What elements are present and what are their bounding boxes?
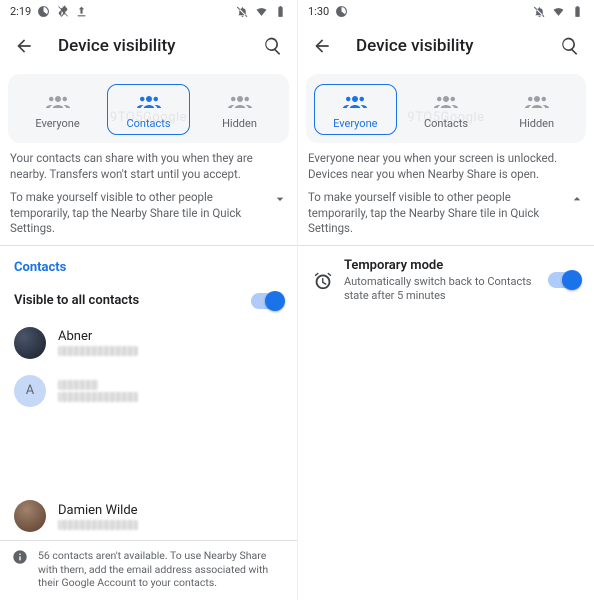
temp-mode-subtitle: Automatically switch back to Contacts st…: [344, 275, 538, 304]
contact-row[interactable]: Damien Wilde: [0, 492, 297, 540]
status-left-cluster: 2:19: [10, 5, 88, 18]
avatar: [14, 327, 46, 359]
tab-label: Contacts: [424, 117, 468, 130]
contact-row[interactable]: Abner: [0, 319, 297, 367]
tab-label: Hidden: [222, 117, 257, 130]
page-title: Device visibility: [356, 36, 558, 56]
phone-right: 1:30 Device visibility Everyone Contacts: [297, 0, 594, 600]
contact-name: Damien Wilde: [58, 503, 138, 518]
tab-label: Contacts: [126, 117, 170, 130]
dnd-icon: [236, 5, 249, 18]
battery-icon: [571, 5, 584, 18]
contact-name-redacted: [58, 380, 98, 390]
upload-icon: [75, 5, 88, 18]
alarm-icon: [312, 269, 334, 291]
fan-icon: [56, 5, 69, 18]
contact-meta: Damien Wilde: [58, 503, 138, 530]
tab-contacts[interactable]: Contacts: [107, 84, 190, 135]
tab-label: Everyone: [35, 117, 79, 130]
tab-label: Everyone: [333, 117, 377, 130]
contact-name: Abner: [58, 329, 138, 344]
tab-hidden[interactable]: Hidden: [198, 84, 281, 135]
temporary-hint-row[interactable]: To make yourself visible to other people…: [0, 184, 297, 246]
browser-icon: [37, 5, 50, 18]
status-time: 2:19: [10, 5, 31, 18]
info-icon: [12, 549, 28, 565]
unavailable-text: 56 contacts aren't available. To use Nea…: [38, 549, 285, 590]
contact-email-redacted: [58, 346, 138, 356]
visibility-description: Everyone near you when your screen is un…: [298, 143, 594, 184]
status-time: 1:30: [308, 5, 329, 18]
people-icon: [431, 91, 461, 113]
tab-contacts[interactable]: Contacts: [405, 84, 488, 135]
tab-label: Hidden: [519, 117, 554, 130]
unavailable-notice: 56 contacts aren't available. To use Nea…: [0, 540, 297, 600]
temporary-mode-row[interactable]: Temporary mode Automatically switch back…: [298, 246, 594, 316]
people-icon: [43, 91, 73, 113]
visible-all-row[interactable]: Visible to all contacts: [0, 283, 297, 319]
temporary-hint-row[interactable]: To make yourself visible to other people…: [298, 184, 594, 246]
avatar: [14, 500, 46, 532]
visible-all-label: Visible to all contacts: [14, 293, 251, 308]
wifi-icon: [255, 5, 268, 18]
search-button[interactable]: [261, 34, 285, 58]
tab-everyone[interactable]: Everyone: [314, 84, 397, 135]
status-bar: 1:30: [298, 0, 594, 22]
app-bar: Device visibility: [298, 22, 594, 70]
battery-icon: [274, 5, 287, 18]
tab-hidden[interactable]: Hidden: [495, 84, 578, 135]
people-icon: [522, 91, 552, 113]
chevron-down-icon: [271, 190, 289, 208]
people-icon: [225, 91, 255, 113]
section-contacts-header: Contacts: [0, 246, 297, 283]
temporary-hint-text: To make yourself visible to other people…: [10, 190, 271, 237]
contact-meta: [58, 380, 138, 402]
status-right-cluster: [236, 5, 287, 18]
back-button[interactable]: [12, 34, 36, 58]
browser-icon: [335, 5, 348, 18]
phone-left: 2:19 Device visibility Everyone Contacts: [0, 0, 297, 600]
back-button[interactable]: [310, 34, 334, 58]
contact-email-redacted: [58, 520, 138, 530]
contact-meta: Abner: [58, 329, 138, 356]
people-icon: [134, 91, 164, 113]
avatar: A: [14, 375, 46, 407]
visibility-tabs: Everyone Contacts Hidden 9TO5Google: [306, 74, 586, 143]
chevron-up-icon: [568, 190, 586, 208]
contact-row[interactable]: A: [0, 367, 297, 415]
page-title: Device visibility: [58, 36, 261, 56]
temp-mode-title: Temporary mode: [344, 258, 538, 273]
wifi-icon: [552, 5, 565, 18]
search-button[interactable]: [558, 34, 582, 58]
visible-all-switch[interactable]: [251, 293, 283, 309]
dnd-icon: [533, 5, 546, 18]
status-bar: 2:19: [0, 0, 297, 22]
status-left-cluster: 1:30: [308, 5, 348, 18]
temp-mode-switch[interactable]: [548, 272, 580, 288]
contact-email-redacted: [58, 392, 138, 402]
temp-mode-meta: Temporary mode Automatically switch back…: [344, 258, 538, 304]
status-right-cluster: [533, 5, 584, 18]
visibility-tabs: Everyone Contacts Hidden 9TO5Google: [8, 74, 289, 143]
visibility-description: Your contacts can share with you when th…: [0, 143, 297, 184]
tab-everyone[interactable]: Everyone: [16, 84, 99, 135]
people-icon: [340, 91, 370, 113]
app-bar: Device visibility: [0, 22, 297, 70]
temporary-hint-text: To make yourself visible to other people…: [308, 190, 568, 237]
